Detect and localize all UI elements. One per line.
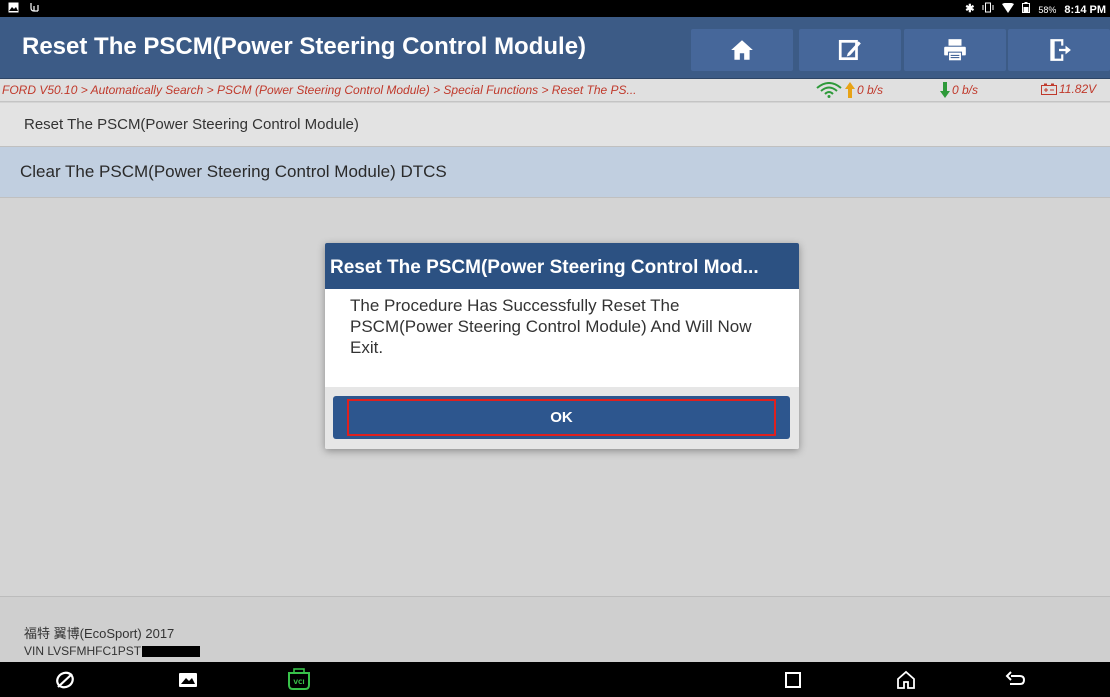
print-icon xyxy=(944,39,966,62)
recent-apps-icon[interactable] xyxy=(782,669,804,691)
dialog-title: Reset The PSCM(Power Steering Control Mo… xyxy=(325,243,799,289)
browser-shortcut-icon[interactable] xyxy=(54,669,76,691)
breadcrumb: FORD V50.10 > Automatically Search > PSC… xyxy=(2,83,637,97)
wifi-icon xyxy=(1002,2,1015,17)
vin-label: VIN LVSFMHFC1PST xyxy=(24,644,201,658)
svg-text:VCI: VCI xyxy=(293,679,304,686)
battery-percent: 58% xyxy=(1038,4,1057,15)
upload-arrow-icon xyxy=(845,82,855,98)
menu-item-reset-pscm[interactable]: Reset The PSCM(Power Steering Control Mo… xyxy=(0,103,1110,147)
download-arrow-icon xyxy=(940,82,950,98)
dialog-message: The Procedure Has Successfully Reset The… xyxy=(350,296,752,357)
upload-rate: 0 b/s xyxy=(857,83,884,97)
navigation-bar: VCI xyxy=(0,662,1110,697)
edit-icon xyxy=(838,39,861,61)
download-rate: 0 b/s xyxy=(952,83,979,97)
vibrate-icon xyxy=(982,2,994,17)
download-rate-indicator: 0 b/s xyxy=(940,82,978,98)
wifi-signal-icon xyxy=(816,82,842,98)
vehicle-model: 福特 翼博(EcoSport) 2017 xyxy=(24,626,175,641)
voltage: 11.82V xyxy=(1059,82,1097,96)
app-header: Reset The PSCM(Power Steering Control Mo… xyxy=(0,17,1110,79)
status-bar: ✱ 58% 8:14 PM xyxy=(0,0,1110,17)
home-button[interactable] xyxy=(691,29,793,71)
clock: 8:14 PM xyxy=(1064,3,1106,16)
vehicle-info: 福特 翼博(EcoSport) 2017 VIN LVSFMHFC1PST xyxy=(0,596,1110,662)
upload-rate-indicator: 0 b/s xyxy=(815,82,883,98)
gallery-notification-icon xyxy=(8,2,19,17)
battery-icon xyxy=(1022,2,1031,17)
home-icon xyxy=(731,40,753,60)
battery-voltage-icon xyxy=(1041,83,1057,95)
bluetooth-icon: ✱ xyxy=(965,3,975,15)
menu-item-clear-dtcs[interactable]: Clear The PSCM(Power Steering Control Mo… xyxy=(0,147,1110,198)
vin-redaction xyxy=(142,645,201,657)
usb-notification-icon xyxy=(29,2,41,17)
vci-icon[interactable]: VCI xyxy=(286,668,312,692)
reset-success-dialog: Reset The PSCM(Power Steering Control Mo… xyxy=(325,243,799,449)
exit-button[interactable] xyxy=(1008,29,1110,71)
ok-button-highlight xyxy=(347,399,776,436)
breadcrumb-bar: FORD V50.10 > Automatically Search > PSC… xyxy=(0,79,1110,102)
dialog-footer: OK xyxy=(325,387,799,449)
edit-button[interactable] xyxy=(799,29,901,71)
vin-number: VIN LVSFMHFC1PST xyxy=(24,644,142,658)
page-title: Reset The PSCM(Power Steering Control Mo… xyxy=(22,33,587,60)
screenshot-icon[interactable] xyxy=(177,669,199,691)
exit-icon xyxy=(1050,39,1071,61)
print-button[interactable] xyxy=(904,29,1006,71)
voltage-indicator: 11.82V xyxy=(1041,82,1096,96)
ok-button[interactable]: OK xyxy=(333,396,790,439)
home-nav-icon[interactable] xyxy=(895,669,917,691)
back-icon[interactable] xyxy=(1005,669,1027,691)
